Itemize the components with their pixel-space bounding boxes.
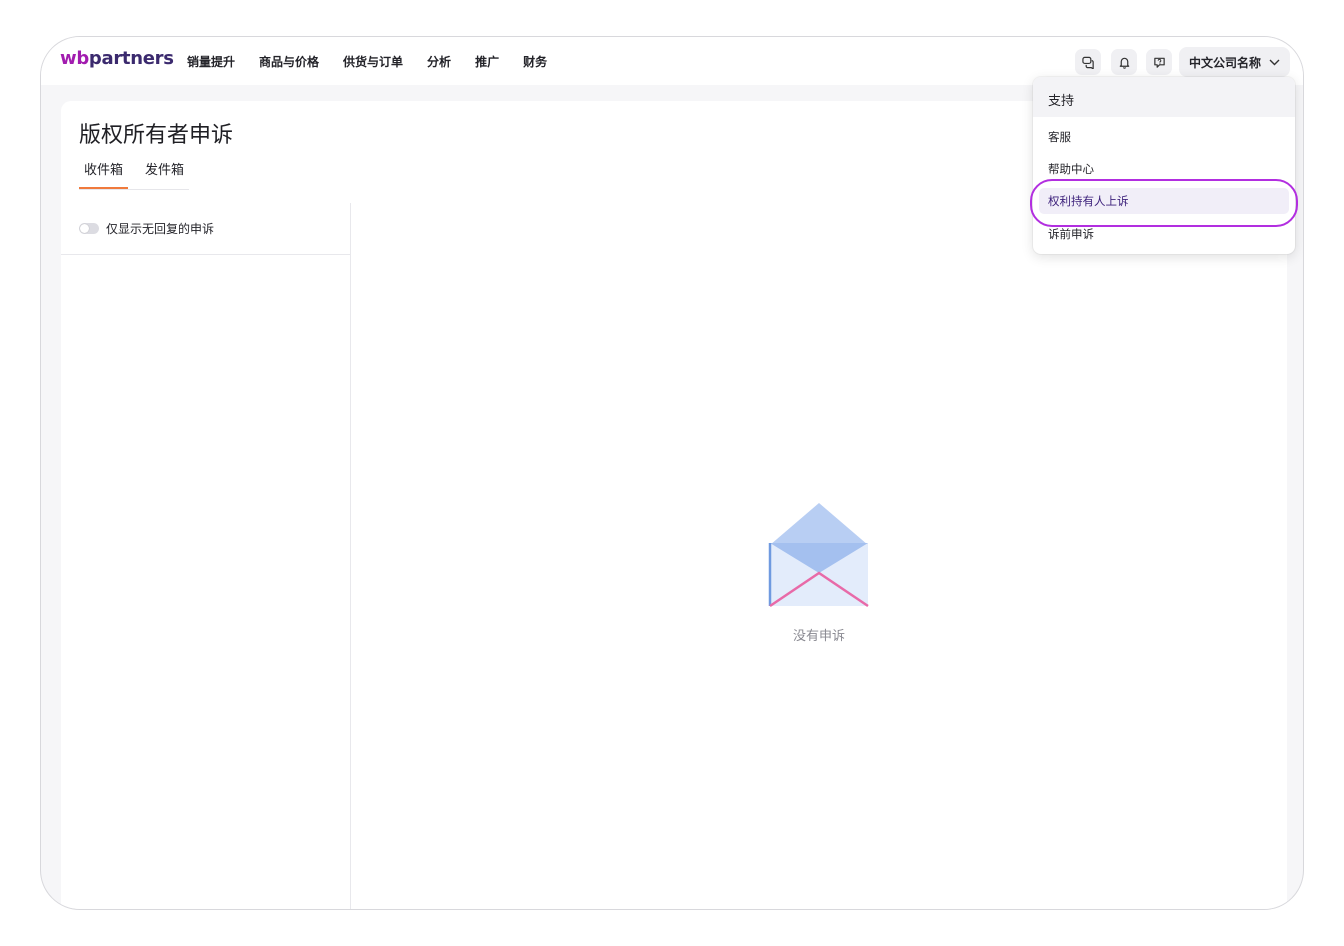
highlight-ring [1030,179,1298,227]
nav-item-finance[interactable]: 财务 [523,53,547,70]
support-button[interactable] [1146,49,1172,75]
tab-outbox[interactable]: 发件箱 [140,157,189,189]
menu-item-customer-service[interactable]: 客服 [1033,124,1295,150]
appeals-list-sidebar: 仅显示无回复的申诉 [61,203,351,909]
page-title: 版权所有者申诉 [79,123,234,148]
company-selector[interactable]: 中文公司名称 [1179,47,1291,77]
main-nav: 销量提升 商品与价格 供货与订单 分析 推广 财务 [187,53,571,70]
support-menu-title: 支持 [1033,77,1295,117]
tab-inbox[interactable]: 收件箱 [79,157,129,189]
support-dropdown-menu: 支持 客服 帮助中心 权利持有人上诉 诉前申诉 [1033,77,1295,254]
open-envelope-icon [768,503,869,608]
nav-item-analytics[interactable]: 分析 [427,53,451,70]
support-icon [1153,57,1165,68]
tabs: 收件箱 发件箱 [79,157,190,190]
filter-label: 仅显示无回复的申诉 [106,222,215,236]
empty-state-text: 没有申诉 [792,629,845,644]
wbpartners-logo[interactable]: wbpartners [60,48,174,69]
nav-item-promotion[interactable]: 推广 [475,53,499,70]
chat-button[interactable] [1075,49,1101,75]
nav-item-sales-boost[interactable]: 销量提升 [187,53,235,70]
device-frame: wbpartners 销量提升 商品与价格 供货与订单 分析 推广 财务 中文公… [40,36,1304,910]
company-name: 中文公司名称 [1189,55,1262,70]
nav-item-supplies-orders[interactable]: 供货与订单 [343,53,403,70]
chevron-down-icon [1269,59,1280,65]
nav-item-products-prices[interactable]: 商品与价格 [259,53,319,70]
empty-state: 没有申诉 [767,503,871,644]
unanswered-only-toggle[interactable] [79,223,99,234]
bell-icon [1119,57,1129,69]
notifications-button[interactable] [1111,49,1137,75]
chat-icon [1081,56,1094,69]
filter-row: 仅显示无回复的申诉 [61,203,351,255]
